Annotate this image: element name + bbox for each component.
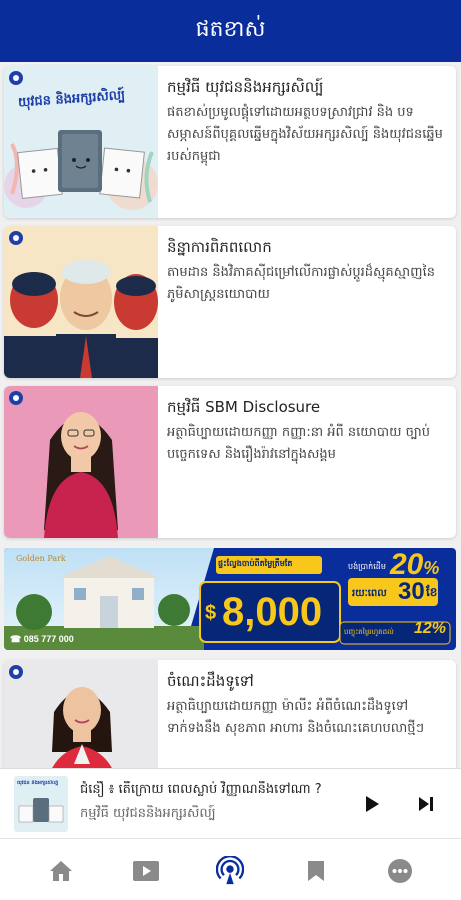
ad-months-unit: ខែ (426, 585, 438, 599)
podcast-card-general-knowledge[interactable]: ចំណេះដឹងទូទៅ អត្ថាធិប្បាយដោយកញ្ញា ម៉ាលីះ… (4, 660, 456, 768)
nav-more[interactable] (386, 857, 414, 885)
podcast-card-world-trends[interactable]: និន្នាការពិភពលោក តាមដាន និងវិភាគស៊ីជម្រៅ… (4, 226, 456, 378)
more-icon (388, 859, 412, 883)
card-description: អត្ថាធិប្បាយដោយកញ្ញា កញ្ញា:នា អំពី នយោបា… (167, 425, 430, 462)
ad-percent-top: 20% (390, 548, 439, 582)
podcast-thumbnail: យុវជន និងអក្សរសិល្ប៍ (4, 66, 158, 218)
card-title: ចំណេះដឹងទូទៅ (167, 672, 254, 690)
card-description: តាមដាន និងវិភាគស៊ីជម្រៅលើការផ្លាស់ប្តូរដ… (167, 265, 435, 302)
mini-player-thumb-text: យុវជន និងអក្សរសិល្ប៍ (17, 780, 59, 786)
ad-brand: Golden Park (16, 554, 66, 563)
mini-player-episode-title: ជំនឿ ៖ តើក្រោយ ពេលស្លាប់ វិញ្ញាណនឹងទៅណា … (80, 782, 322, 797)
ad-months: 30 (398, 578, 425, 605)
nav-podcast[interactable] (216, 856, 244, 885)
podcast-feed[interactable]: យុវជន និងអក្សរសិល្ប៍ កម្មវិធី យុវជននិងអក… (0, 62, 461, 768)
card-title: កម្មវិធី យុវជននិងអក្សរសិល្ប៍ (167, 78, 324, 96)
bottom-navigation (0, 838, 461, 900)
ad-percent-top-value: 20 (390, 548, 424, 581)
ad-small-note: បង់ប្រាក់ដើម (348, 562, 386, 571)
app-root: ផតខាស់ យុវជន និងអក្សរសិល្ប៍ កម្មវិធី យុវ… (0, 0, 461, 900)
podcast-thumbnail (4, 660, 158, 768)
play-button[interactable] (360, 792, 384, 816)
card-description: ផតខាស់ប្រមូលផ្តុំទៅដោយអត្ថបទស្រាវជ្រាវ ន… (167, 105, 443, 164)
nav-bookmark[interactable] (302, 857, 330, 885)
ad-months-prefix: រយៈពេល (352, 588, 387, 599)
ad-price-currency: $ (205, 602, 217, 624)
mini-player-thumbnail: យុវជន និងអក្សរសិល្ប៍ (14, 776, 68, 832)
home-icon (50, 861, 72, 881)
nav-home[interactable] (47, 857, 75, 885)
skip-next-icon (419, 797, 433, 811)
ad-phone: ☎ 085 777 000 (10, 634, 74, 644)
skip-next-button[interactable] (414, 792, 438, 816)
ad-percent-top-sign: % (423, 558, 440, 578)
ad-price: 8,000 (222, 590, 323, 634)
podcast-icon (216, 856, 244, 885)
podcast-thumbnail (4, 386, 158, 538)
ad-banner[interactable]: Golden Park ☎ 085 777 000 ផ្ទះល្វែងចាប់ព… (4, 548, 456, 650)
mini-player[interactable]: យុវជន និងអក្សរសិល្ប៍ ជំនឿ ៖ តើក្រោយ ពេលស… (0, 768, 461, 838)
ad-bottom-note: បញ្ចុះតម្លៃរហូតដល់ (344, 628, 394, 636)
podcast-card-sbm-disclosure[interactable]: កម្មវិធី SBM Disclosure អត្ថាធិប្បាយដោយក… (4, 386, 456, 538)
nav-video[interactable] (132, 857, 160, 885)
podcast-card-literature[interactable]: យុវជន និងអក្សរសិល្ប៍ កម្មវិធី យុវជននិងអក… (4, 66, 456, 218)
top-app-bar: ផតខាស់ (0, 0, 461, 62)
card-title: កម្មវិធី SBM Disclosure (167, 398, 321, 416)
play-icon (366, 796, 379, 812)
video-icon (133, 861, 159, 881)
page-title: ផតខាស់ (195, 17, 266, 42)
bookmark-icon (308, 861, 324, 881)
card-description: អត្ថាធិប្បាយដោយកញ្ញា ម៉ាលីះ អំពីចំណេះដឹង… (167, 699, 425, 736)
ad-headline: ផ្ទះល្វែងចាប់ពីតម្លៃត្រឹមតែ (218, 559, 293, 568)
card-title: និន្នាការពិភពលោក (167, 238, 272, 256)
mini-player-program-name: កម្មវិធី យុវជននិងអក្សរសិល្ប៍ (80, 806, 216, 821)
ad-percent-bottom: 12% (414, 620, 447, 637)
podcast-thumbnail (4, 226, 158, 378)
